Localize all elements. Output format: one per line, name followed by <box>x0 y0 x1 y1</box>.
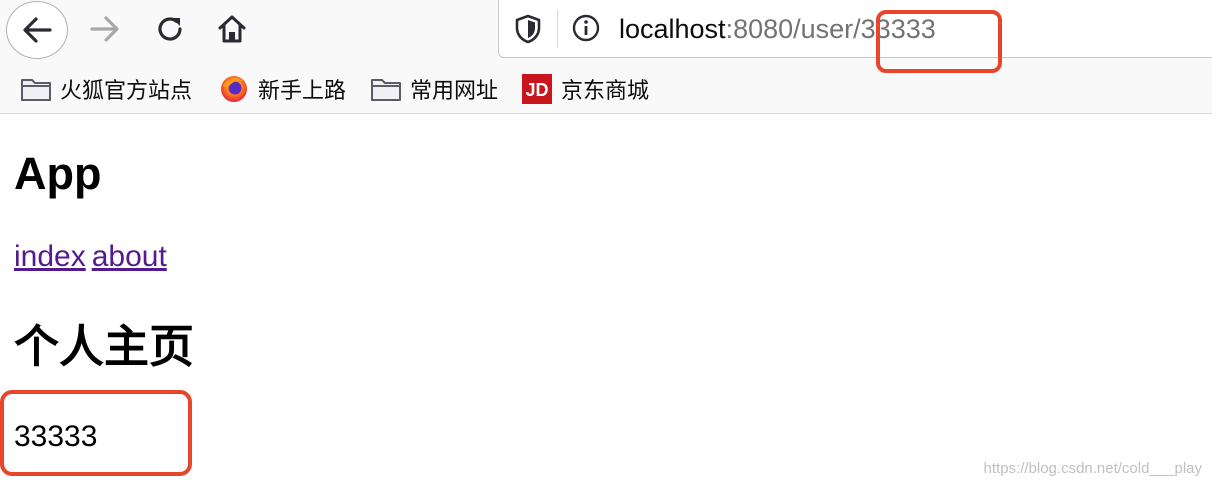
address-bar[interactable]: localhost:8080/user/33333 <box>498 0 1212 73</box>
reload-button[interactable] <box>145 4 195 54</box>
folder-icon <box>370 74 402 104</box>
bookmark-label: 新手上路 <box>258 78 347 103</box>
home-icon <box>218 15 246 43</box>
shield-icon[interactable] <box>513 13 543 45</box>
bookmark-firefox-official[interactable]: 火狐官方站点 <box>20 74 192 104</box>
user-id-highlight-box <box>0 390 192 476</box>
url-param-highlight-box <box>876 10 1002 73</box>
svg-text:JD: JD <box>525 80 548 100</box>
app-title: App <box>14 148 102 199</box>
page-content: App index about 个人主页 33333 https://blog.c… <box>0 114 1212 490</box>
about-link[interactable]: about <box>92 240 167 273</box>
bookmark-label: 常用网址 <box>410 78 499 103</box>
browser-toolbar: localhost:8080/user/33333 火狐官方站点 新手上路 常用… <box>0 0 1212 114</box>
watermark: https://blog.csdn.net/cold___play <box>983 460 1202 477</box>
forward-button[interactable] <box>80 4 130 54</box>
arrow-left-icon <box>23 17 52 43</box>
back-button[interactable] <box>6 1 68 59</box>
page-heading: 个人主页 <box>14 321 195 372</box>
bookmarks-toolbar: 火狐官方站点 新手上路 常用网址 JD 京东商城 <box>0 66 1212 112</box>
url-host: localhost <box>619 14 726 44</box>
url-path: :8080/user/ <box>725 14 861 44</box>
reload-icon <box>158 17 182 41</box>
arrow-right-icon <box>90 16 119 42</box>
bookmark-getting-started[interactable]: 新手上路 <box>218 74 346 104</box>
bookmark-common-sites[interactable]: 常用网址 <box>370 74 498 104</box>
firefox-icon <box>218 74 250 104</box>
index-link[interactable]: index <box>14 240 86 273</box>
jd-logo-icon: JD <box>521 74 553 104</box>
info-icon[interactable] <box>571 13 601 43</box>
bookmark-label: 火狐官方站点 <box>60 78 193 103</box>
router-nav: index about <box>14 238 173 276</box>
bookmark-jd-mall[interactable]: JD 京东商城 <box>521 74 649 104</box>
bookmark-label: 京东商城 <box>561 78 650 103</box>
home-button[interactable] <box>207 4 257 54</box>
address-bar-divider <box>557 10 558 48</box>
folder-icon <box>20 74 52 104</box>
